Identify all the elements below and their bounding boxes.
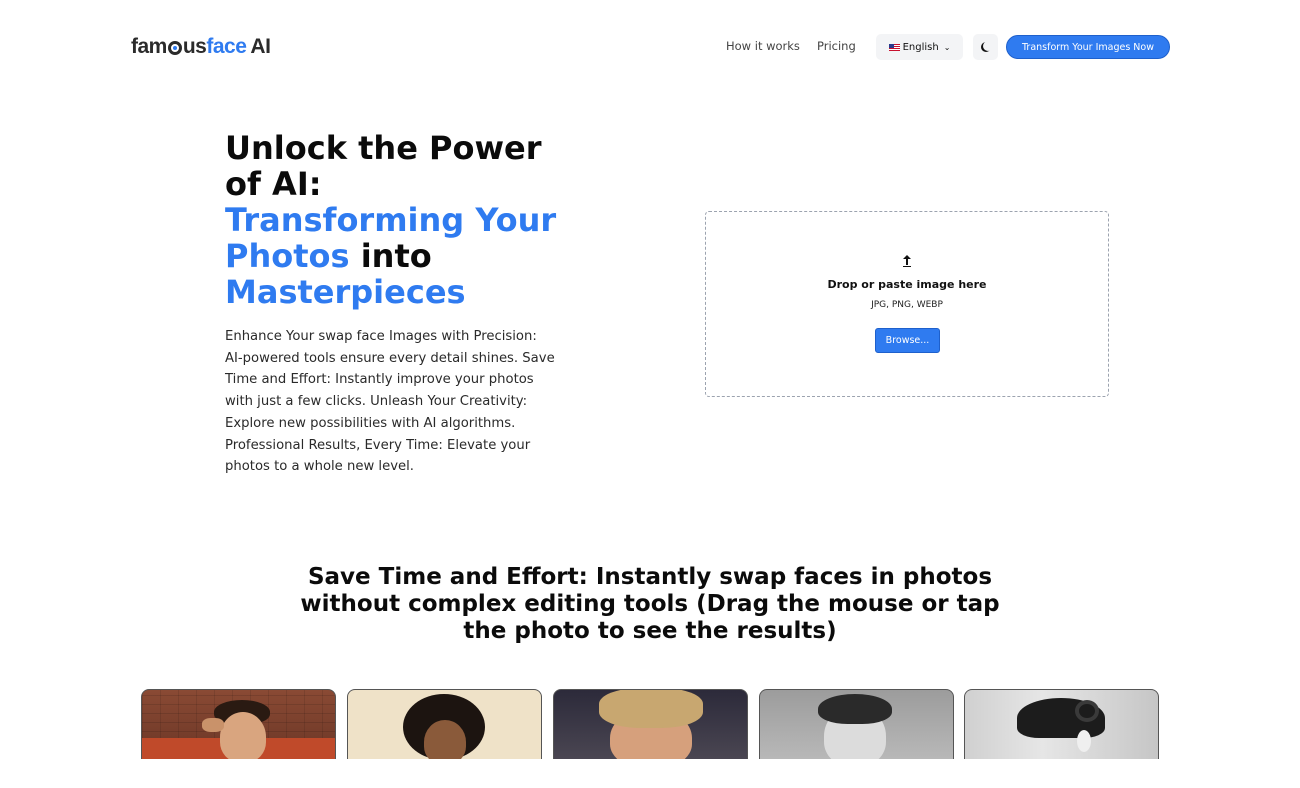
dropzone-title: Drop or paste image here	[827, 278, 987, 291]
hero-title: Unlock the Power of AI: Transforming You…	[225, 130, 585, 310]
gallery-photo-5[interactable]	[964, 689, 1159, 759]
nav-how-it-works[interactable]: How it works	[726, 39, 800, 53]
transform-images-button[interactable]: Transform Your Images Now	[1006, 35, 1170, 59]
logo-text-part2: us	[182, 35, 207, 58]
hero-title-middle: into	[360, 237, 432, 275]
dropzone-formats: JPG, PNG, WEBP	[871, 300, 943, 310]
logo-eye-icon	[167, 41, 182, 55]
site-header: fam us face AI How it works Pricing English…	[0, 0, 1300, 94]
chevron-down-icon: ⌄	[943, 42, 951, 52]
moon-icon	[983, 41, 993, 51]
hero-description: Enhance Your swap face Images with Preci…	[225, 329, 555, 475]
hero-title-line1: Unlock the Power of AI:	[225, 129, 542, 203]
gallery-photo-1[interactable]	[141, 689, 336, 759]
us-flag-icon	[888, 43, 900, 51]
language-selector[interactable]: English ⌄	[876, 34, 963, 60]
gallery-photo-2[interactable]	[347, 689, 542, 759]
gallery-photo-3[interactable]	[553, 689, 748, 759]
theme-toggle-button[interactable]	[973, 34, 998, 60]
upload-icon	[901, 255, 913, 267]
showcase-title: Save Time and Effort: Instantly swap fac…	[300, 564, 1000, 644]
logo-text-part4: AI	[250, 35, 271, 58]
language-label: English	[902, 41, 939, 53]
logo[interactable]: fam us face AI	[131, 33, 271, 61]
logo-text-part1: fam	[131, 35, 167, 58]
photo-gallery	[141, 689, 1159, 759]
gallery-photo-4[interactable]	[759, 689, 954, 759]
logo-text-part3: face	[206, 35, 247, 58]
hero-title-highlight2: Masterpieces	[225, 273, 466, 311]
browse-button[interactable]: Browse...	[875, 328, 940, 353]
nav-pricing[interactable]: Pricing	[817, 39, 856, 53]
